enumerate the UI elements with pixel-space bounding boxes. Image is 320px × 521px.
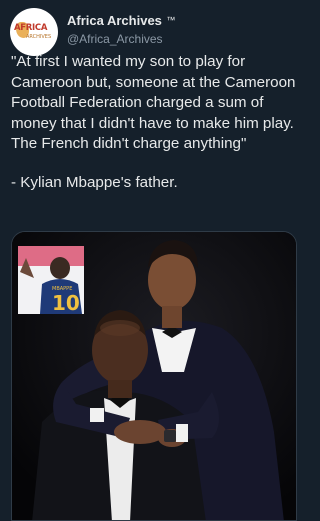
avatar-logo-text: AFRICA [14, 23, 48, 33]
display-name[interactable]: Africa Archives [67, 13, 162, 28]
tweet-quote: "At first I wanted my son to play for Ca… [11, 53, 296, 152]
user-handle[interactable]: @Africa_Archives [67, 32, 163, 46]
avatar-logo-subtext: ARCHIVES [26, 34, 52, 40]
tweet-body: "At first I wanted my son to play for Ca… [11, 52, 303, 193]
inset-photo: MBAPPE 10 [18, 246, 84, 315]
tweet-attribution: - Kylian Mbappe's father. [11, 173, 178, 191]
trademark-badge: ™ [166, 15, 176, 25]
avatar[interactable]: AFRICA ARCHIVES [10, 8, 58, 56]
inset-jersey-number: 10 [52, 291, 80, 315]
photo-illustration: MBAPPE 10 [12, 232, 296, 520]
tweet-card: AFRICA ARCHIVES Africa Archives ™ @Afric… [0, 0, 307, 521]
author-name-row[interactable]: Africa Archives ™ [67, 12, 175, 30]
tweet-photo[interactable]: MBAPPE 10 [11, 231, 297, 521]
